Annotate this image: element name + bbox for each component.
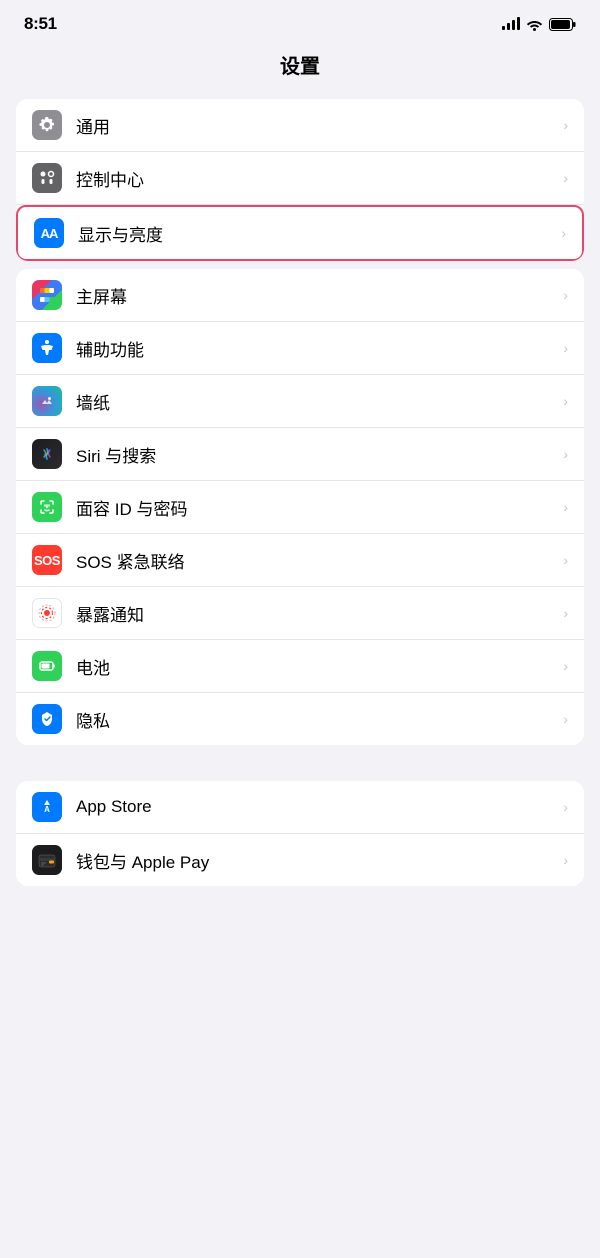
settings-item-accessibility[interactable]: 辅助功能 › (16, 322, 584, 375)
battery-label: 电池 (76, 654, 559, 679)
accessibility-icon (32, 333, 62, 363)
sos-label: SOS 紧急联络 (76, 548, 559, 573)
homescreen-chevron: › (563, 287, 568, 303)
wallet-label: 钱包与 Apple Pay (76, 848, 559, 873)
appstore-chevron: › (563, 799, 568, 815)
display-icon: AA (34, 218, 64, 248)
page-title-bar: 设置 (0, 42, 600, 91)
privacy-label: 隐私 (76, 707, 559, 732)
settings-item-exposure[interactable]: 暴露通知 › (16, 587, 584, 640)
exposure-chevron: › (563, 605, 568, 621)
privacy-icon (32, 704, 62, 734)
settings-item-privacy[interactable]: 隐私 › (16, 693, 584, 745)
settings-item-display[interactable]: AA 显示与亮度 › (16, 205, 584, 261)
settings-group-1: 通用 › 控制中心 › AA 显示与亮度 › (16, 99, 584, 261)
status-icons (502, 18, 576, 31)
settings-item-sos[interactable]: SOS SOS 紧急联络 › (16, 534, 584, 587)
control-label: 控制中心 (76, 166, 559, 191)
control-icon (32, 163, 62, 193)
siri-label: Siri 与搜索 (76, 442, 559, 467)
wallpaper-chevron: › (563, 393, 568, 409)
wallet-icon (32, 845, 62, 875)
faceid-chevron: › (563, 499, 568, 515)
accessibility-label: 辅助功能 (76, 336, 559, 361)
homescreen-icon (32, 280, 62, 310)
sos-chevron: › (563, 552, 568, 568)
separator (0, 753, 600, 773)
exposure-icon (32, 598, 62, 628)
siri-chevron: › (563, 446, 568, 462)
appstore-label: App Store (76, 797, 559, 817)
battery-icon (549, 18, 576, 31)
settings-item-battery[interactable]: 电池 › (16, 640, 584, 693)
faceid-icon (32, 492, 62, 522)
svg-text:A: A (44, 805, 50, 814)
wallet-chevron: › (563, 852, 568, 868)
display-chevron: › (561, 225, 566, 241)
faceid-label: 面容 ID 与密码 (76, 495, 559, 520)
accessibility-chevron: › (563, 340, 568, 356)
settings-item-general[interactable]: 通用 › (16, 99, 584, 152)
general-label: 通用 (76, 113, 559, 138)
display-label: 显示与亮度 (78, 221, 557, 246)
general-icon (32, 110, 62, 140)
settings-item-wallpaper[interactable]: 墙纸 › (16, 375, 584, 428)
settings-group-3: A App Store › 钱包与 Apple Pay › (16, 781, 584, 886)
control-chevron: › (563, 170, 568, 186)
signal-icon (502, 18, 520, 30)
wallpaper-icon (32, 386, 62, 416)
homescreen-label: 主屏幕 (76, 283, 559, 308)
settings-item-appstore[interactable]: A App Store › (16, 781, 584, 834)
settings-item-faceid[interactable]: 面容 ID 与密码 › (16, 481, 584, 534)
exposure-label: 暴露通知 (76, 601, 559, 626)
wifi-icon (526, 18, 543, 31)
settings-item-wallet[interactable]: 钱包与 Apple Pay › (16, 834, 584, 886)
status-time: 8:51 (24, 14, 57, 34)
status-bar: 8:51 (0, 0, 600, 42)
settings-item-siri[interactable]: Siri 与搜索 › (16, 428, 584, 481)
settings-item-control[interactable]: 控制中心 › (16, 152, 584, 205)
privacy-chevron: › (563, 711, 568, 727)
wallpaper-label: 墙纸 (76, 389, 559, 414)
settings-item-homescreen[interactable]: 主屏幕 › (16, 269, 584, 322)
siri-icon (32, 439, 62, 469)
general-chevron: › (563, 117, 568, 133)
sos-icon: SOS (32, 545, 62, 575)
settings-group-2: 主屏幕 › 辅助功能 › 墙纸 › (16, 269, 584, 745)
appstore-icon: A (32, 792, 62, 822)
battery-chevron: › (563, 658, 568, 674)
page-title: 设置 (0, 50, 600, 79)
battery-item-icon (32, 651, 62, 681)
